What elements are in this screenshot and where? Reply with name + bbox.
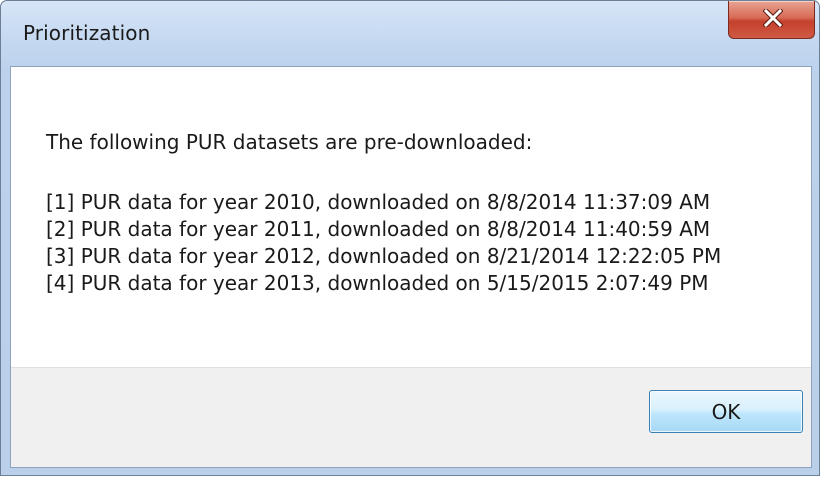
message-area: The following PUR datasets are pre-downl… (11, 67, 811, 367)
dataset-item: [3] PUR data for year 2012, downloaded o… (46, 244, 722, 268)
close-icon (763, 9, 783, 27)
message-intro: The following PUR datasets are pre-downl… (46, 130, 533, 154)
dataset-list: [1] PUR data for year 2010, downloaded o… (46, 189, 721, 297)
dataset-item: [2] PUR data for year 2011, downloaded o… (46, 217, 711, 241)
close-button[interactable] (728, 1, 815, 39)
window-title: Prioritization (23, 21, 151, 45)
ok-button[interactable]: OK (649, 390, 803, 433)
dialog-window: Prioritization The following PUR dataset… (0, 0, 820, 476)
dataset-item: [4] PUR data for year 2013, downloaded o… (46, 271, 709, 295)
button-area: OK (11, 367, 811, 467)
dialog-content: The following PUR datasets are pre-downl… (10, 66, 812, 468)
dataset-item: [1] PUR data for year 2010, downloaded o… (46, 190, 711, 214)
